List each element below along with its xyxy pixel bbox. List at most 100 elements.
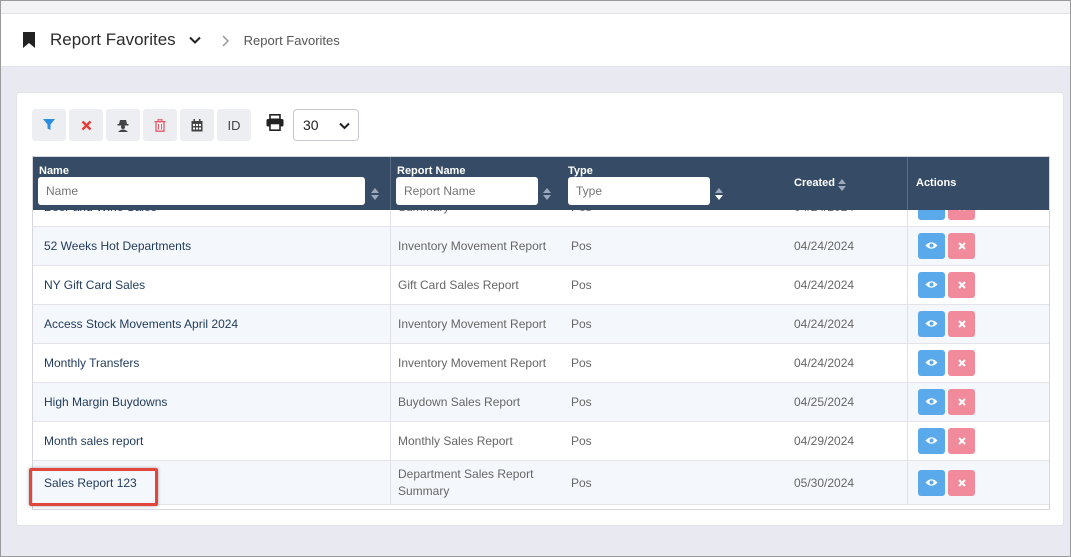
row-name-text[interactable]: High Margin Buydowns <box>44 395 167 409</box>
calendar-button[interactable] <box>180 109 214 141</box>
row-name-text[interactable]: Access Stock Movements April 2024 <box>44 317 238 331</box>
eye-icon <box>925 317 938 331</box>
column-report-name-label: Report Name <box>397 165 466 177</box>
user-secret-button[interactable] <box>106 109 140 141</box>
page-title: Report Favorites <box>50 30 176 49</box>
page-size-select[interactable]: 30 <box>293 109 359 141</box>
table-row[interactable]: Access Stock Movements April 2024 Invento… <box>33 305 1049 344</box>
row-actions <box>908 344 1049 382</box>
row-report-name: Inventory Movement Report <box>391 344 566 382</box>
user-secret-icon <box>117 119 129 132</box>
column-name-label: Name <box>39 165 69 177</box>
column-name: Name <box>33 157 391 210</box>
remove-button[interactable] <box>948 428 975 454</box>
view-button[interactable] <box>918 311 945 337</box>
table-row[interactable]: Monthly Transfers Inventory Movement Repo… <box>33 344 1049 383</box>
eye-icon <box>925 434 938 448</box>
row-type: Pos <box>566 344 786 382</box>
sort-icon[interactable] <box>543 187 551 200</box>
chevron-down-icon[interactable] <box>188 33 202 47</box>
view-button[interactable] <box>918 233 945 259</box>
row-name[interactable]: Sales Report 123 <box>33 461 391 504</box>
remove-button[interactable] <box>948 389 975 415</box>
table-row[interactable]: High Margin Buydowns Buydown Sales Report… <box>33 383 1049 422</box>
table-row[interactable]: Month sales report Monthly Sales Report Po… <box>33 422 1049 461</box>
row-name[interactable]: Access Stock Movements April 2024 <box>33 305 391 343</box>
table-row[interactable]: NY Gift Card Sales Gift Card Sales Report… <box>33 266 1049 305</box>
row-actions <box>908 305 1049 343</box>
chevron-down-icon <box>339 117 350 133</box>
remove-button[interactable] <box>948 311 975 337</box>
row-created: 05/30/2024 <box>786 461 908 504</box>
row-name-text[interactable]: Monthly Transfers <box>44 356 139 370</box>
clear-filter-button[interactable] <box>69 109 103 141</box>
row-type-text: Pos <box>571 239 592 253</box>
column-report-name: Report Name <box>391 157 566 210</box>
row-name-text[interactable]: Sales Report 123 <box>44 476 137 490</box>
row-report-name-text: Inventory Movement Report <box>398 316 547 331</box>
row-created: 04/24/2024 <box>786 266 908 304</box>
row-actions <box>908 227 1049 265</box>
type-filter-input[interactable] <box>568 177 710 205</box>
row-created-text: 04/24/2024 <box>794 239 855 253</box>
row-name-text[interactable]: 52 Weeks Hot Departments <box>44 239 191 253</box>
row-created: 04/25/2024 <box>786 383 908 421</box>
row-report-name-text: Monthly Sales Report <box>398 433 513 448</box>
filter-button[interactable] <box>32 109 66 141</box>
app-window: Report Favorites Report Favorites ID 30 … <box>0 0 1071 557</box>
row-report-name-text: Department Sales Report Summary <box>398 466 534 498</box>
row-name[interactable]: Monthly Transfers <box>33 344 391 382</box>
content-card: ID 30 Beer and Wine SalesSummaryPos04/24… <box>16 92 1064 526</box>
row-created-text: 04/24/2024 <box>794 356 855 370</box>
view-button[interactable] <box>918 469 945 496</box>
remove-button[interactable] <box>948 233 975 259</box>
row-report-name: Gift Card Sales Report <box>391 266 566 304</box>
table-row[interactable]: 52 Weeks Hot Departments Inventory Moveme… <box>33 227 1049 266</box>
row-report-name-text: Buydown Sales Report <box>398 394 521 409</box>
delete-button[interactable] <box>143 109 177 141</box>
row-type: Pos <box>566 422 786 460</box>
sort-icon[interactable] <box>715 187 723 200</box>
remove-button[interactable] <box>948 350 975 376</box>
row-report-name: Inventory Movement Report <box>391 305 566 343</box>
view-button[interactable] <box>918 389 945 415</box>
row-name-text[interactable]: NY Gift Card Sales <box>44 278 145 292</box>
view-button[interactable] <box>918 350 945 376</box>
sort-icon[interactable] <box>371 187 379 200</box>
row-created-text: 04/24/2024 <box>794 317 855 331</box>
view-button[interactable] <box>918 428 945 454</box>
row-type-text: Pos <box>571 278 592 292</box>
close-icon <box>957 239 966 253</box>
column-created-label: Created <box>794 177 835 189</box>
row-actions <box>908 461 1049 504</box>
print-icon <box>266 114 284 136</box>
table-header: Name Report Name Type <box>33 157 1049 210</box>
row-type: Pos <box>566 461 786 504</box>
sort-icon[interactable] <box>838 178 846 191</box>
row-type-text: Pos <box>571 356 592 370</box>
breadcrumb[interactable]: Report Favorites <box>244 33 340 48</box>
id-button[interactable]: ID <box>217 109 251 141</box>
row-created-text: 04/25/2024 <box>794 395 855 409</box>
remove-button[interactable] <box>948 469 975 496</box>
column-type-label: Type <box>568 165 593 177</box>
row-name[interactable]: High Margin Buydowns <box>33 383 391 421</box>
row-report-name: Buydown Sales Report <box>391 383 566 421</box>
remove-button[interactable] <box>948 272 975 298</box>
table-row[interactable]: Sales Report 123 Department Sales Report … <box>33 461 1049 505</box>
row-name[interactable]: NY Gift Card Sales <box>33 266 391 304</box>
row-name[interactable]: Month sales report <box>33 422 391 460</box>
print-button[interactable] <box>265 114 285 136</box>
view-button[interactable] <box>918 272 945 298</box>
column-created[interactable]: Created <box>786 157 908 210</box>
row-type-text: Pos <box>571 317 592 331</box>
row-name[interactable]: 52 Weeks Hot Departments <box>33 227 391 265</box>
row-created-text: 05/30/2024 <box>794 475 855 490</box>
report-name-filter-input[interactable] <box>396 177 538 205</box>
name-filter-input[interactable] <box>38 177 365 205</box>
row-name-text[interactable]: Month sales report <box>44 434 143 448</box>
row-type: Pos <box>566 227 786 265</box>
close-icon <box>957 317 966 331</box>
row-report-name: Department Sales Report Summary <box>391 461 566 504</box>
eye-icon <box>925 278 938 292</box>
